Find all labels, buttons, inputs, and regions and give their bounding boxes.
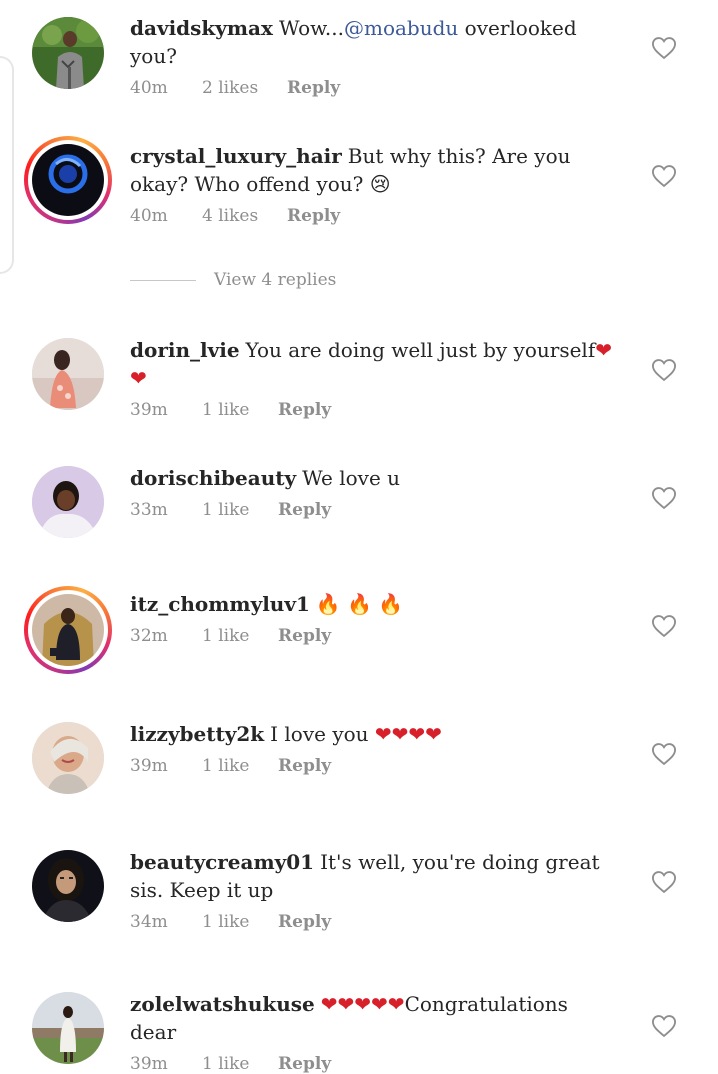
comment-text: lizzybetty2k I love you ❤❤❤❤ [130, 720, 620, 748]
comment-meta: 40m 2 likes Reply [130, 78, 620, 102]
comment-content: I love you [270, 722, 369, 746]
reply-button[interactable]: Reply [278, 756, 331, 776]
comment-body: lizzybetty2k I love you ❤❤❤❤ 39m 1 like R… [130, 720, 620, 780]
avatar[interactable] [32, 992, 104, 1064]
avatar-photo [32, 722, 104, 794]
timestamp: 33m [130, 500, 168, 520]
timestamp: 32m [130, 626, 168, 646]
avatar-logo [32, 144, 104, 216]
like-count[interactable]: 2 likes [202, 78, 258, 98]
timestamp: 39m [130, 756, 168, 776]
username[interactable]: dorin_lvie [130, 338, 240, 362]
comment-body: dorischibeauty We love u 33m 1 like Reply [130, 464, 620, 524]
replies-divider-line [130, 280, 196, 281]
side-panel-edge [0, 56, 14, 274]
comment-text: zolelwatshukuse ❤❤❤❤❤Congratulations dear [130, 990, 620, 1046]
comment-body: dorin_lvie You are doing well just by you… [130, 336, 620, 424]
reply-button[interactable]: Reply [278, 400, 331, 420]
comment-text: beautycreamy01 It's well, you're doing gr… [130, 848, 620, 904]
avatar-photo [32, 338, 104, 410]
comment-meta: 39m 1 like Reply [130, 400, 620, 424]
comment-content: You are doing well just by yourself [245, 338, 596, 362]
comment-body: beautycreamy01 It's well, you're doing gr… [130, 848, 620, 936]
heart-outline-icon[interactable] [650, 612, 678, 640]
timestamp: 40m [130, 78, 168, 98]
timestamp: 39m [130, 400, 168, 420]
heart-outline-icon[interactable] [650, 356, 678, 384]
heart-outline-icon[interactable] [650, 868, 678, 896]
heart-outline-icon[interactable] [650, 34, 678, 62]
avatar-ring-gap [28, 590, 108, 670]
heart-outline-icon[interactable] [650, 162, 678, 190]
comment-text: dorischibeauty We love u [130, 464, 620, 492]
like-count[interactable]: 1 like [202, 400, 249, 420]
comment-meta: 39m 1 like Reply [130, 756, 620, 780]
like-count[interactable]: 1 like [202, 756, 249, 776]
avatar[interactable] [32, 338, 104, 410]
fire-emoji: 🔥 🔥 🔥 [315, 592, 404, 616]
comment-body: crystal_luxury_hair But why this? Are you… [130, 142, 620, 230]
red-heart-emoji: ❤❤❤❤ [374, 722, 442, 746]
avatar[interactable] [32, 722, 104, 794]
like-count[interactable]: 4 likes [202, 206, 258, 226]
username[interactable]: crystal_luxury_hair [130, 144, 342, 168]
reply-button[interactable]: Reply [287, 206, 340, 226]
reply-button[interactable]: Reply [278, 1054, 331, 1074]
comment-text: itz_chommyluv1 🔥 🔥 🔥 [130, 590, 620, 618]
reply-button[interactable]: Reply [278, 500, 331, 520]
avatar[interactable] [32, 850, 104, 922]
comment-meta: 32m 1 like Reply [130, 626, 620, 650]
comments-screen: davidskymax Wow...@moabudu overlooked you… [0, 0, 718, 1074]
heart-outline-icon[interactable] [650, 1012, 678, 1040]
comment-text: crystal_luxury_hair But why this? Are you… [130, 142, 620, 198]
timestamp: 39m [130, 1054, 168, 1074]
comment-text: davidskymax Wow...@moabudu overlooked you… [130, 14, 620, 70]
username[interactable]: itz_chommyluv1 [130, 592, 310, 616]
timestamp: 34m [130, 912, 168, 932]
comment-text: dorin_lvie You are doing well just by you… [130, 336, 620, 392]
mention-link[interactable]: @moabudu [344, 16, 458, 40]
username[interactable]: davidskymax [130, 16, 273, 40]
avatar-photo [32, 17, 104, 89]
comment-content: We love u [302, 466, 401, 490]
comment-meta: 39m 1 like Reply [130, 1054, 620, 1074]
red-heart-emoji: ❤❤❤❤❤ [320, 992, 405, 1016]
avatar[interactable] [32, 17, 104, 89]
comment-meta: 33m 1 like Reply [130, 500, 620, 524]
username[interactable]: lizzybetty2k [130, 722, 264, 746]
heart-outline-icon[interactable] [650, 740, 678, 768]
avatar[interactable] [32, 466, 104, 538]
heart-outline-icon[interactable] [650, 484, 678, 512]
avatar-photo [32, 850, 104, 922]
avatar-story-ring[interactable] [24, 136, 112, 224]
view-replies-label: View 4 replies [214, 270, 337, 290]
comment-meta: 40m 4 likes Reply [130, 206, 620, 230]
comment-body: itz_chommyluv1 🔥 🔥 🔥 32m 1 like Reply [130, 590, 620, 650]
like-count[interactable]: 1 like [202, 500, 249, 520]
username[interactable]: beautycreamy01 [130, 850, 314, 874]
comment-body: zolelwatshukuse ❤❤❤❤❤Congratulations dear… [130, 990, 620, 1074]
username[interactable]: zolelwatshukuse [130, 992, 315, 1016]
like-count[interactable]: 1 like [202, 1054, 249, 1074]
like-count[interactable]: 1 like [202, 912, 249, 932]
avatar-photo [32, 992, 104, 1064]
timestamp: 40m [130, 206, 168, 226]
comment-content: Wow... [278, 16, 344, 40]
reply-button[interactable]: Reply [287, 78, 340, 98]
like-count[interactable]: 1 like [202, 626, 249, 646]
crying-emoji: 😢 [369, 172, 391, 196]
reply-button[interactable]: Reply [278, 912, 331, 932]
reply-button[interactable]: Reply [278, 626, 331, 646]
username[interactable]: dorischibeauty [130, 466, 296, 490]
comment-body: davidskymax Wow...@moabudu overlooked you… [130, 14, 620, 102]
comment-meta: 34m 1 like Reply [130, 912, 620, 936]
avatar-story-ring[interactable] [24, 586, 112, 674]
avatar-ring-gap [28, 140, 108, 220]
avatar-photo [32, 466, 104, 538]
avatar-photo [32, 594, 104, 666]
